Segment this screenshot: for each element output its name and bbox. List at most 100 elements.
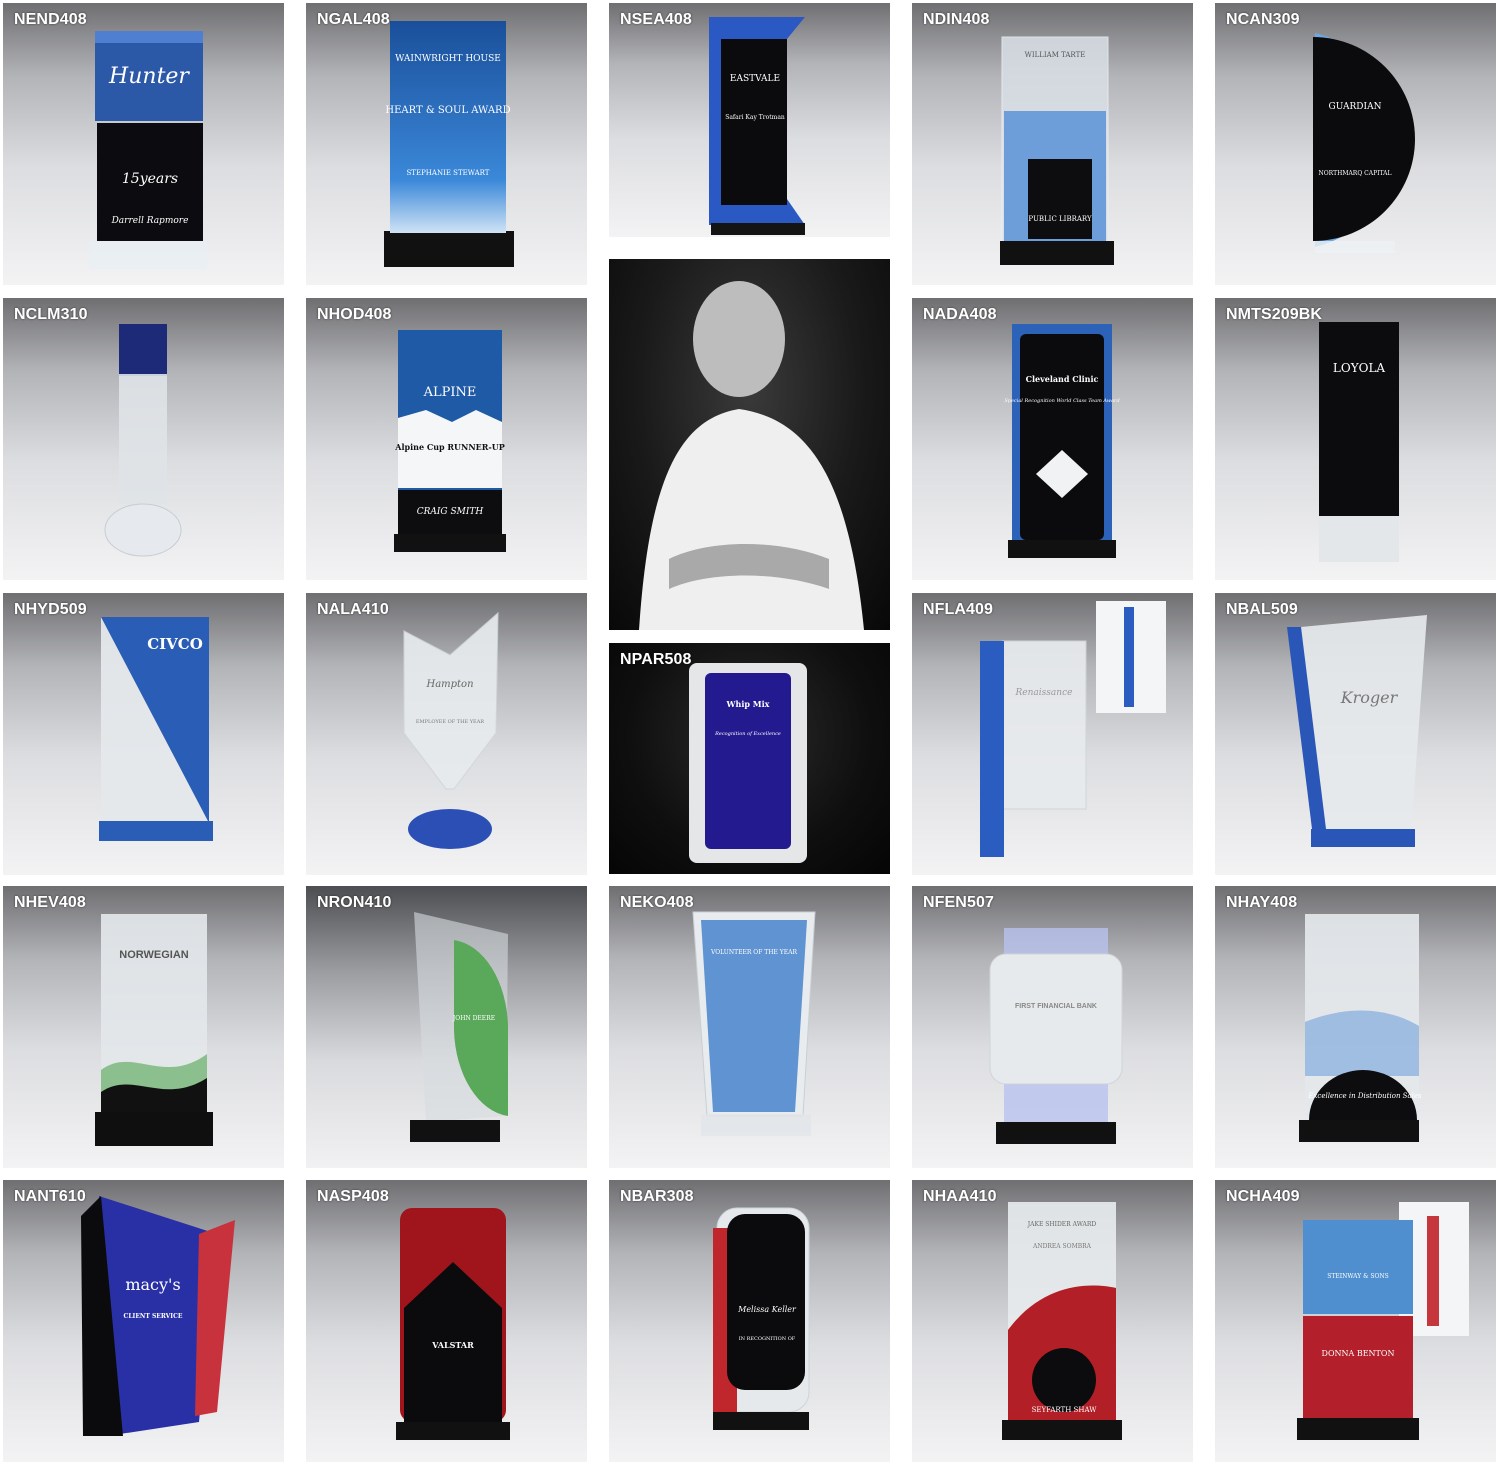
product-code: NGAL408 xyxy=(317,11,390,28)
trophy-text: VALSTAR xyxy=(431,1340,474,1350)
trophy-image: GUARDIAN NORTHMARQ CAPITAL xyxy=(1215,3,1496,285)
product-tile-ngal408[interactable]: NGAL408 WAINWRIGHT HOUSE HEART & SOUL AW… xyxy=(306,3,587,285)
trophy-image: CIVCO xyxy=(3,593,284,875)
trophy-text: JOHN DEERE xyxy=(452,1015,495,1022)
trophy-text: CIVCO xyxy=(147,635,203,653)
product-code: NCHA409 xyxy=(1226,1188,1300,1205)
trophy-image: WILLIAM TARTE PUBLIC LIBRARY xyxy=(912,3,1193,285)
trophy-text: IN RECOGNITION OF xyxy=(739,1336,796,1342)
trophy-image: Cleveland Clinic Special Recognition Wor… xyxy=(912,298,1193,580)
product-tile-nmts209bk[interactable]: NMTS209BK LOYOLA xyxy=(1215,298,1496,580)
trophy-text: CRAIG SMITH xyxy=(417,507,484,517)
trophy-text: GUARDIAN xyxy=(1329,102,1382,112)
trophy-text: ALPINE xyxy=(423,385,477,400)
product-tile-nada408[interactable]: NADA408 Cleveland Clinic Special Recogni… xyxy=(912,298,1193,580)
trophy-text: Darrell Rapmore xyxy=(111,216,189,226)
trophy-image: Hampton EMPLOYEE OF THE YEAR xyxy=(306,593,587,875)
product-tile-nhyd509[interactable]: NHYD509 CIVCO xyxy=(3,593,284,875)
trophy-text: NORWEGIAN xyxy=(119,949,189,961)
trophy-text: Whip Mix xyxy=(726,699,770,709)
trophy-image: STEINWAY & SONS DONNA BENTON xyxy=(1215,1180,1496,1462)
product-code: NEND408 xyxy=(14,11,87,28)
product-tile-nhod408[interactable]: NHOD408 ALPINE Alpine Cup RUNNER-UP CRAI… xyxy=(306,298,587,580)
trophy-text: Hunter xyxy=(108,64,190,89)
trophy-text: LOYOLA xyxy=(1333,361,1386,375)
product-tile-npar508[interactable]: NPAR508 Whip Mix Recognition of Excellen… xyxy=(609,643,890,874)
product-code: NRON410 xyxy=(317,894,392,911)
trophy-text: STEINWAY & SONS xyxy=(1327,1273,1389,1280)
product-tile-nasp408[interactable]: NASP408 VALSTAR xyxy=(306,1180,587,1462)
trophy-image: Hunter 15years Darrell Rapmore xyxy=(3,3,284,285)
trophy-text: macy's xyxy=(125,1275,180,1294)
trophy-image: Whip Mix Recognition of Excellence xyxy=(609,643,890,874)
product-code: NMTS209BK xyxy=(1226,306,1323,323)
trophy-text: Kroger xyxy=(1340,688,1399,707)
trophy-text: Recognition of Excellence xyxy=(714,731,781,737)
product-code: NFLA409 xyxy=(923,601,994,618)
trophy-text: NORTHMARQ CAPITAL xyxy=(1319,170,1392,177)
trophy-image: macy's CLIENT SERVICE xyxy=(3,1180,284,1462)
trophy-image: VALSTAR xyxy=(306,1180,587,1462)
product-tile-ncan309[interactable]: NCAN309 GUARDIAN NORTHMARQ CAPITAL xyxy=(1215,3,1496,285)
trophy-image: WAINWRIGHT HOUSE HEART & SOUL AWARD STEP… xyxy=(306,3,587,285)
trophy-text: CLIENT SERVICE xyxy=(124,1313,183,1320)
product-code: NBAR308 xyxy=(620,1188,694,1205)
product-tile-nala410[interactable]: NALA410 Hampton EMPLOYEE OF THE YEAR xyxy=(306,593,587,875)
trophy-text: Safari Kay Trotman xyxy=(725,114,785,121)
trophy-text: Renaissance xyxy=(1015,688,1073,698)
product-tile-ndin408[interactable]: NDIN408 WILLIAM TARTE PUBLIC LIBRARY xyxy=(912,3,1193,285)
product-code: NANT610 xyxy=(14,1188,86,1205)
product-tile-neko408[interactable]: NEKO408 VOLUNTEER OF THE YEAR xyxy=(609,886,890,1168)
trophy-image: Renaissance xyxy=(912,593,1193,875)
product-code: NEKO408 xyxy=(620,894,694,911)
product-code: NBAL509 xyxy=(1226,601,1298,618)
product-tile-nfla409[interactable]: NFLA409 Renaissance xyxy=(912,593,1193,875)
trophy-image: VOLUNTEER OF THE YEAR xyxy=(609,886,890,1168)
product-code: NDIN408 xyxy=(923,11,990,28)
product-code: NCAN309 xyxy=(1226,11,1300,28)
trophy-text: Alpine Cup RUNNER-UP xyxy=(394,442,504,452)
product-code: NHOD408 xyxy=(317,306,392,323)
trophy-image: JOHN DEERE xyxy=(306,886,587,1168)
product-code: NFEN507 xyxy=(923,894,994,911)
product-code: NPAR508 xyxy=(620,651,692,668)
product-tile-nclm310[interactable]: NCLM310 xyxy=(3,298,284,580)
product-tile-nant610[interactable]: NANT610 macy's CLIENT SERVICE xyxy=(3,1180,284,1462)
product-tile-nhay408[interactable]: NHAY408 Excellence in Distribution Sales xyxy=(1215,886,1496,1168)
product-tile-nron410[interactable]: NRON410 JOHN DEERE xyxy=(306,886,587,1168)
product-tile-nbal509[interactable]: NBAL509 Kroger xyxy=(1215,593,1496,875)
trophy-text: HEART & SOUL AWARD xyxy=(385,105,510,116)
trophy-image: FIRST FINANCIAL BANK xyxy=(912,886,1193,1168)
trophy-text: Melissa Keller xyxy=(737,1305,797,1314)
product-tile-nsea408[interactable]: NSEA408 EASTVALE Safari Kay Trotman xyxy=(609,3,890,237)
product-tile-nhaa410[interactable]: NHAA410 JAKE SHIDER AWARD ANDREA SOMBRA … xyxy=(912,1180,1193,1462)
product-tile-nfen507[interactable]: NFEN507 FIRST FINANCIAL BANK xyxy=(912,886,1193,1168)
trophy-text: SEYFARTH SHAW xyxy=(1032,1406,1098,1414)
trophy-text: Excellence in Distribution Sales xyxy=(1307,1092,1422,1100)
trophy-text: PUBLIC LIBRARY xyxy=(1028,215,1092,223)
trophy-text: Hampton xyxy=(425,679,473,690)
trophy-text: ANDREA SOMBRA xyxy=(1032,1243,1092,1250)
trophy-text: Cleveland Clinic xyxy=(1026,374,1099,384)
trophy-text: 15years xyxy=(122,171,178,187)
trophy-image: JAKE SHIDER AWARD ANDREA SOMBRA SEYFARTH… xyxy=(912,1180,1193,1462)
trophy-text: WAINWRIGHT HOUSE xyxy=(395,54,501,64)
product-tile-nhev408[interactable]: NHEV408 NORWEGIAN xyxy=(3,886,284,1168)
product-tile-nbar308[interactable]: NBAR308 Melissa Keller IN RECOGNITION OF xyxy=(609,1180,890,1462)
trophy-image: ALPINE Alpine Cup RUNNER-UP CRAIG SMITH xyxy=(306,298,587,580)
product-code: NSEA408 xyxy=(620,11,692,28)
trophy-text: Special Recognition World Class Team Awa… xyxy=(1004,398,1119,404)
trophy-text: DONNA BENTON xyxy=(1322,1349,1395,1358)
trophy-text: WILLIAM TARTE xyxy=(1025,51,1086,59)
product-code: NHYD509 xyxy=(14,601,87,618)
trophy-text: VOLUNTEER OF THE YEAR xyxy=(710,949,797,956)
trophy-image: LOYOLA xyxy=(1215,298,1496,580)
product-code: NCLM310 xyxy=(14,306,88,323)
product-tile-ncha409[interactable]: NCHA409 STEINWAY & SONS DONNA BENTON xyxy=(1215,1180,1496,1462)
portrait-photo xyxy=(609,259,890,630)
trophy-text: FIRST FINANCIAL BANK xyxy=(1015,1003,1097,1010)
product-tile-nend408[interactable]: NEND408 Hunter 15years Darrell Rapmore xyxy=(3,3,284,285)
trophy-text: EASTVALE xyxy=(730,74,780,84)
trophy-text: EMPLOYEE OF THE YEAR xyxy=(416,719,484,725)
product-code: NHEV408 xyxy=(14,894,86,911)
